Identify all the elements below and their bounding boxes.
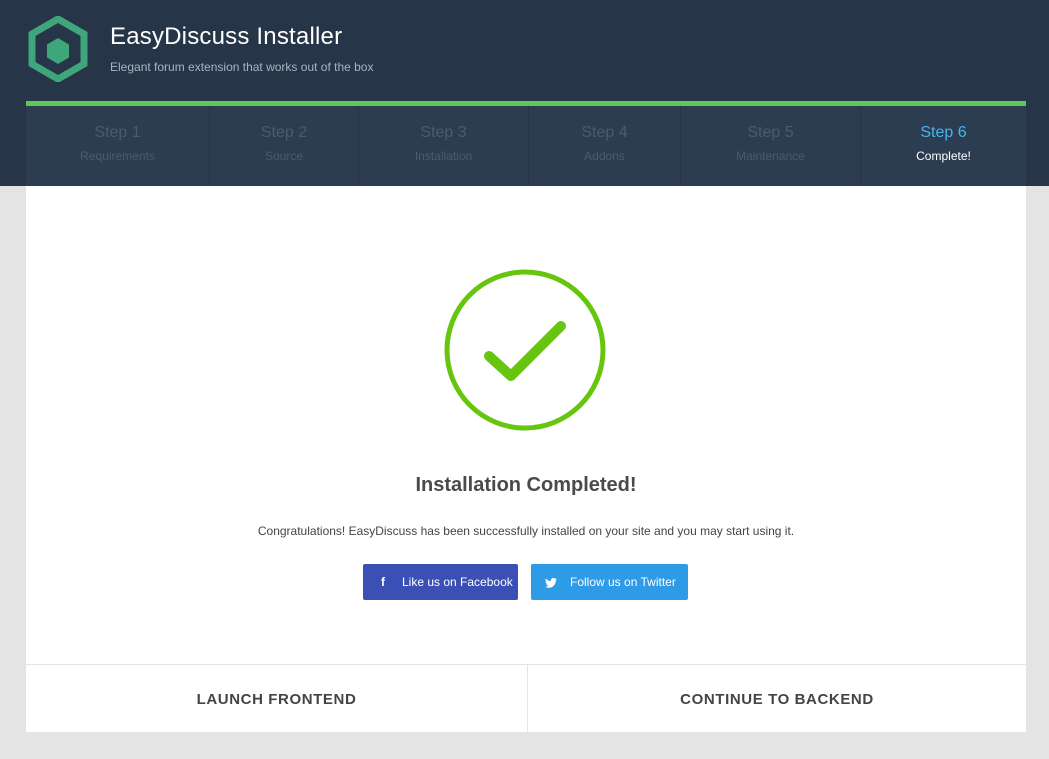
- facebook-button-label: Like us on Facebook: [402, 575, 513, 589]
- step-label: Requirements: [80, 149, 155, 163]
- launch-frontend-button[interactable]: LAUNCH FRONTEND: [26, 665, 528, 733]
- continue-backend-button[interactable]: CONTINUE TO BACKEND: [528, 665, 1026, 733]
- twitter-button-label: Follow us on Twitter: [570, 575, 676, 589]
- step-label: Source: [264, 149, 304, 163]
- hexagon-logo-icon: [28, 16, 88, 82]
- step-source: Step 2 Source: [210, 106, 359, 186]
- completion-message: Congratulations! EasyDiscuss has been su…: [257, 524, 795, 538]
- step-addons: Step 4 Addons: [529, 106, 681, 186]
- step-title: Step 5: [747, 124, 794, 141]
- app-title: EasyDiscuss Installer: [110, 23, 343, 50]
- completion-card: Installation Completed! Congratulations!…: [26, 186, 1026, 733]
- step-label: Addons: [584, 149, 625, 163]
- facebook-like-button[interactable]: f Like us on Facebook: [363, 564, 518, 600]
- step-requirements: Step 1 Requirements: [26, 106, 210, 186]
- app-subtitle: Elegant forum extension that works out o…: [110, 60, 374, 74]
- step-maintenance: Step 5 Maintenance: [681, 106, 861, 186]
- step-title: Step 1: [94, 124, 141, 141]
- step-complete: Step 6 Complete!: [861, 106, 1026, 186]
- step-installation: Step 3 Installation: [359, 106, 529, 186]
- step-title: Step 3: [420, 124, 467, 141]
- twitter-follow-button[interactable]: Follow us on Twitter: [531, 564, 688, 600]
- step-label: Complete!: [916, 149, 971, 163]
- step-title: Step 2: [260, 124, 308, 141]
- check-circle-icon: [444, 269, 606, 431]
- installer-header: EasyDiscuss Installer Elegant forum exte…: [0, 0, 1049, 186]
- steps-bar: Step 1 Requirements Step 2 Source Step 3…: [26, 101, 1026, 186]
- step-label: Installation: [414, 149, 473, 163]
- step-title: Step 4: [581, 124, 628, 141]
- twitter-icon: [544, 575, 558, 589]
- step-title: Step 6: [920, 124, 967, 141]
- step-label: Maintenance: [736, 149, 805, 163]
- footer-actions: LAUNCH FRONTEND CONTINUE TO BACKEND: [26, 664, 1026, 733]
- facebook-icon: f: [381, 575, 385, 589]
- completion-heading: Installation Completed!: [415, 474, 637, 496]
